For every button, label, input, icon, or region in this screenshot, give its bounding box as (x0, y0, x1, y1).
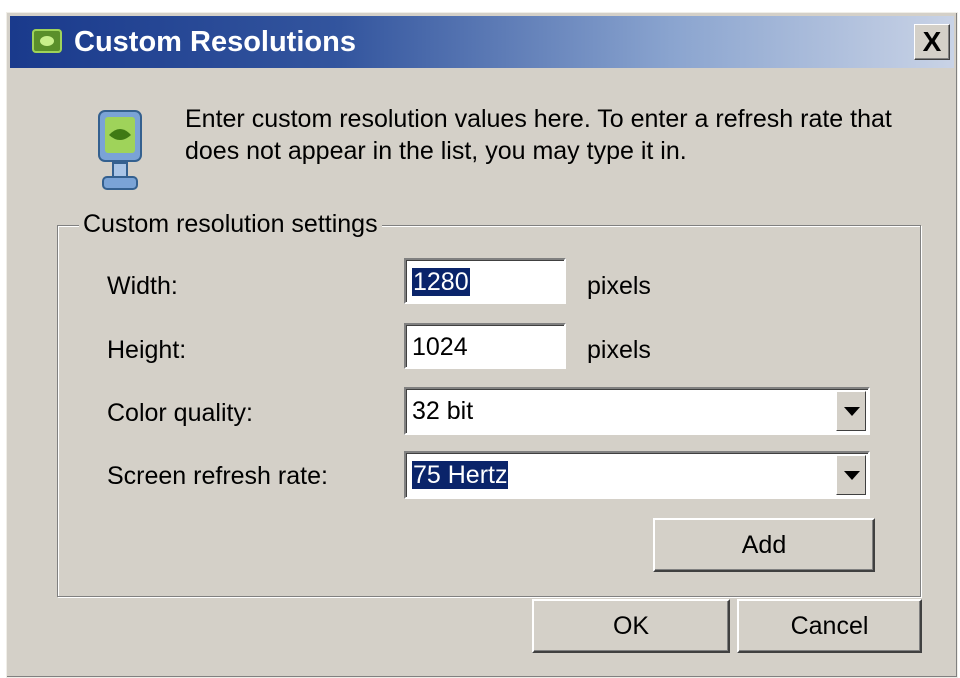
window-title: Custom Resolutions (74, 26, 356, 58)
groupbox-label: Custom resolution settings (79, 209, 382, 239)
refresh-rate-value: 75 Hertz (412, 461, 509, 489)
cancel-button[interactable]: Cancel (737, 599, 922, 653)
monitor-icon (98, 110, 142, 190)
width-input[interactable]: 1280 (404, 258, 566, 304)
title-bar[interactable]: Custom Resolutions X (10, 16, 954, 68)
chevron-down-icon[interactable] (836, 391, 866, 431)
refresh-rate-label: Screen refresh rate: (107, 462, 328, 490)
color-quality-value: 32 bit (412, 397, 474, 425)
height-value: 1024 (412, 333, 468, 361)
add-button[interactable]: Add (653, 518, 875, 572)
height-input[interactable]: 1024 (404, 323, 566, 369)
refresh-rate-select[interactable]: 75 Hertz (404, 451, 870, 499)
width-value: 1280 (412, 268, 470, 296)
description-text: Enter custom resolution values here. To … (185, 105, 892, 165)
height-unit: pixels (587, 336, 651, 364)
width-label: Width: (107, 272, 178, 300)
custom-resolutions-dialog: Custom Resolutions X Enter custom resolu… (6, 12, 958, 678)
color-quality-label: Color quality: (107, 399, 253, 427)
chevron-down-icon[interactable] (836, 455, 866, 495)
color-quality-select[interactable]: 32 bit (404, 387, 870, 435)
ok-button[interactable]: OK (532, 599, 730, 653)
close-button[interactable]: X (914, 24, 950, 60)
height-label: Height: (107, 336, 187, 364)
close-icon: X (922, 26, 942, 57)
width-unit: pixels (587, 272, 651, 300)
nvidia-logo-icon (32, 29, 62, 53)
